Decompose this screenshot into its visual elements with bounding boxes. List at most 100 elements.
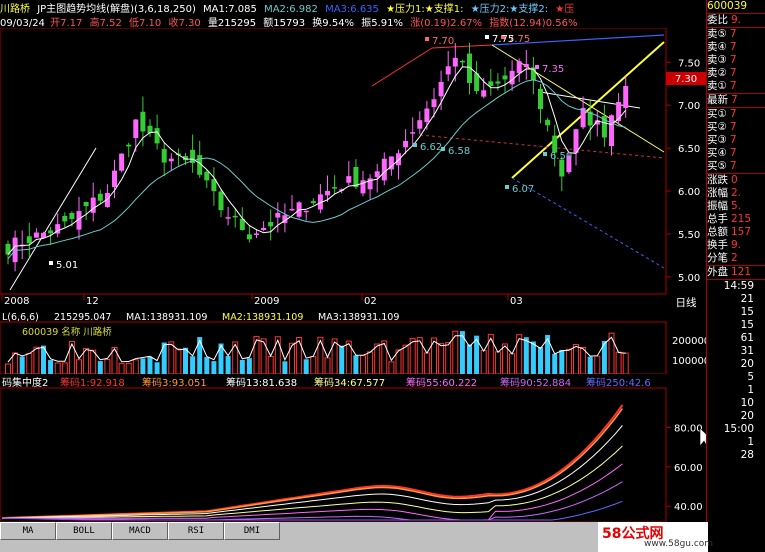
candle-body	[69, 212, 75, 219]
volume-bar	[48, 360, 54, 374]
stat-5-label: 换手	[707, 239, 728, 251]
candle-body	[112, 170, 117, 188]
sell-level-3-value: 7	[729, 54, 737, 66]
annotation-marker	[425, 37, 429, 41]
stat-5-value: 9.	[731, 239, 742, 251]
buy-level-4-value: 7	[729, 147, 737, 159]
y-tick-label: 6.00	[678, 187, 700, 198]
tick-row: 28	[707, 449, 765, 462]
outer-value: 121	[731, 266, 752, 278]
tick-volume: 10	[740, 397, 754, 409]
volume-value: 215295.047	[54, 312, 111, 323]
volume-bar	[353, 355, 359, 374]
quote-index: 指数(12.94)0.56%	[489, 18, 578, 28]
quote-date: 09/03/24	[0, 18, 45, 28]
chip3-label: 筹码3:93.051	[142, 376, 207, 389]
price-annotation: 6.62	[420, 142, 442, 153]
candle-body	[254, 233, 259, 235]
volume-bar	[239, 360, 245, 374]
tab-macd[interactable]: MACD	[112, 522, 168, 540]
sell-level-4-value: 7	[729, 41, 737, 53]
annotation-marker	[535, 65, 539, 69]
quote-low: 低7.10	[129, 18, 162, 28]
candle-body	[140, 111, 146, 132]
sell-orders: 卖⑤ 7 卖④ 7 卖③ 7 卖② 7 卖① 7	[707, 27, 765, 93]
candle-body	[26, 236, 32, 244]
volume-bar	[303, 359, 309, 374]
volume-bar	[97, 361, 103, 374]
sell-level-5-value: 7	[729, 28, 737, 40]
support2-label: ★支撑2:	[509, 4, 549, 14]
tick-row: 61	[707, 332, 765, 345]
price-annotation: 6.50	[550, 151, 572, 162]
volume-bar	[204, 357, 210, 374]
buy-level-3: 买③ 7	[707, 134, 765, 147]
tab-boll[interactable]: BOLL	[56, 522, 112, 540]
annotation-marker	[49, 261, 53, 265]
y-tick-label: 7.00	[678, 101, 700, 112]
chip-concentration-chart[interactable]: 码集中度2 筹码1:92.918 筹码3:93.051 筹码13:81.638 …	[0, 374, 706, 522]
candle-body	[417, 120, 423, 129]
stat-6: 分笔 2	[707, 252, 765, 265]
candle-body	[502, 75, 508, 80]
candle-body	[119, 153, 125, 171]
buy-level-3-value: 7	[729, 134, 737, 146]
buy-level-2: 买② 7	[707, 121, 765, 134]
candle-body	[161, 149, 167, 163]
volume-bar	[587, 356, 593, 374]
tab-ma[interactable]: MA	[0, 522, 56, 540]
annotation-marker	[505, 185, 509, 189]
candle-body	[516, 61, 522, 74]
volume-bar	[530, 341, 536, 374]
candle-body	[495, 81, 501, 84]
stat-3-value: 215	[731, 213, 752, 225]
indicator-header: 川路桥 JP主图趋势均线(解盘)(3,6,18,250) MA1:7.085 M…	[0, 0, 706, 14]
stat-0-label: 涨跌	[707, 174, 728, 186]
sell-level-5-label: 卖⑤	[707, 28, 727, 40]
candle-body	[268, 222, 274, 227]
indicator-name[interactable]: JP主图趋势均线(解盘)	[37, 4, 134, 14]
chip34-label: 筹码34:67.577	[314, 376, 385, 389]
tick-row: 15	[707, 319, 765, 332]
stock-code: 600039	[707, 0, 748, 12]
volume-bar	[19, 356, 25, 374]
candle-body	[488, 81, 494, 86]
stat-2-value: 5.	[731, 200, 742, 212]
stat-1-label: 涨幅	[707, 187, 728, 199]
candle-body	[261, 227, 267, 231]
kline-chart[interactable]: 7.70 7.757.757.356.62 6.58 6.506.075.01 7.5…	[0, 28, 706, 310]
stat-0: 涨跌 0	[707, 174, 765, 187]
tab-dmi[interactable]: DMI	[224, 522, 280, 540]
latest-row: 最新 7	[707, 93, 765, 107]
chip250-label: 筹码250:42.6	[586, 376, 651, 389]
latest-label: 最新	[707, 94, 728, 106]
x-tick-label: 12	[86, 296, 99, 307]
tick-volume: 15	[740, 306, 754, 318]
candle-body	[523, 63, 529, 68]
chip90-label: 筹码90:52.884	[500, 376, 571, 389]
tick-row: 20	[707, 358, 765, 371]
sell-level-3: 卖③ 7	[707, 54, 765, 67]
buy-level-3-label: 买③	[707, 134, 727, 146]
tab-rsi[interactable]: RSI	[168, 522, 224, 540]
candle-body	[374, 171, 380, 178]
buy-level-1-label: 买①	[707, 108, 727, 120]
candle-body	[346, 176, 352, 183]
order-ratio-row: 委比 9.	[707, 13, 765, 27]
sell-level-5: 卖⑤ 7	[707, 28, 765, 41]
volume-chart[interactable]: L(6,6,6) 215295.047 MA1:138931.109 MA2:1…	[0, 310, 706, 374]
tick-volume: 28	[740, 449, 754, 461]
volume-y-tick: 100000	[672, 356, 706, 367]
quote-volume: 量215295	[207, 18, 257, 28]
buy-level-5-label: 买⑤	[707, 160, 727, 172]
stat-2-label: 振幅	[707, 200, 728, 212]
buy-level-1-value: 7	[729, 108, 737, 120]
price-annotation: 7.35	[542, 64, 564, 75]
volume-ma2: MA2:138931.109	[222, 312, 303, 323]
volume-bar	[211, 361, 217, 374]
pressure2-label: ★压力2:	[470, 4, 510, 14]
stat-4: 总额 157	[707, 226, 765, 239]
volume-bar	[183, 347, 188, 374]
tick-row: 1	[707, 384, 765, 397]
ma2-value: MA2:6.982	[264, 4, 318, 14]
